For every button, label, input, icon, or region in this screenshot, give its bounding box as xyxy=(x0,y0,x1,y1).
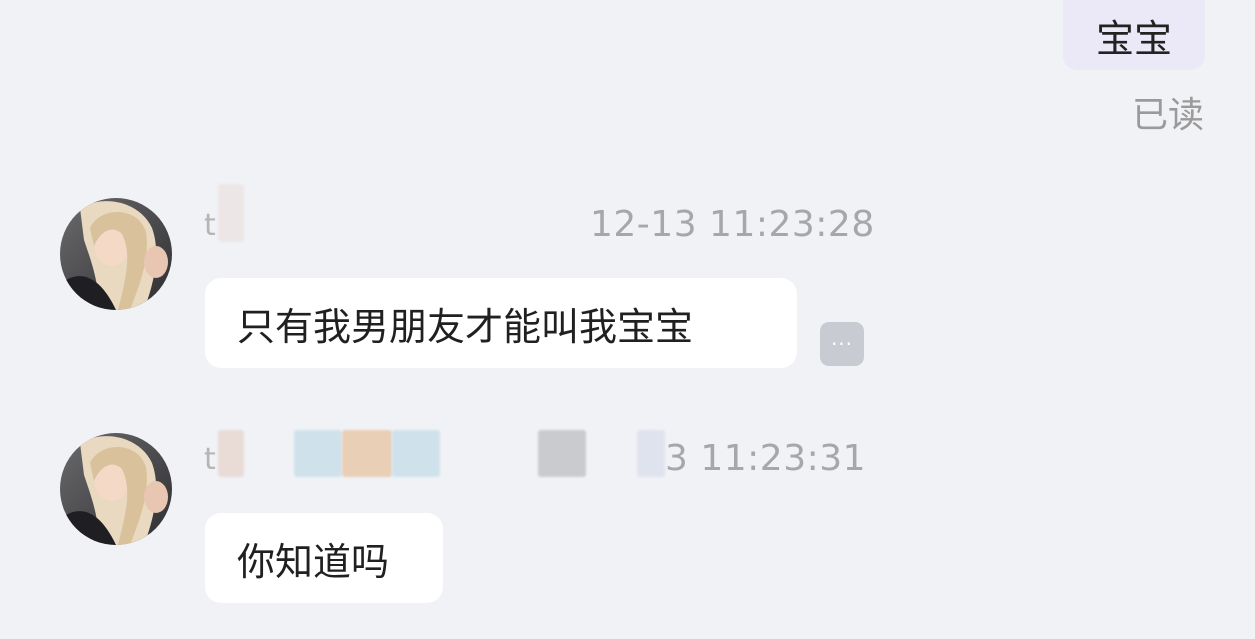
message-more-button[interactable]: ··· xyxy=(820,322,864,366)
outgoing-message-text: 宝宝 xyxy=(1095,16,1172,61)
redacted-block xyxy=(342,430,392,477)
redacted-block xyxy=(392,430,440,477)
incoming-message-text: 只有我男朋友才能叫我宝宝 xyxy=(237,304,694,349)
chat-panel: 宝宝 已读 t 12-13 11:23:28 只有我男朋友才能叫我宝宝 ··· xyxy=(0,0,1255,639)
avatar-image xyxy=(60,433,172,545)
redacted-block xyxy=(538,430,586,477)
avatar[interactable] xyxy=(60,198,172,310)
incoming-message-bubble[interactable]: 只有我男朋友才能叫我宝宝 xyxy=(205,278,797,368)
sender-name: t xyxy=(204,208,216,243)
redacted-block xyxy=(218,430,244,477)
ellipsis-icon: ··· xyxy=(830,332,854,356)
outgoing-message-bubble[interactable]: 宝宝 xyxy=(1063,0,1205,70)
message-timestamp: 12-13 11:23:28 xyxy=(590,204,875,245)
read-status: 已读 xyxy=(1132,95,1205,136)
sender-name: t xyxy=(204,442,216,477)
redacted-block xyxy=(294,430,342,477)
redacted-name-block xyxy=(218,184,244,242)
incoming-message-bubble[interactable]: 你知道吗 xyxy=(205,513,443,603)
avatar[interactable] xyxy=(60,433,172,545)
message-timestamp: 3 11:23:31 xyxy=(665,438,867,479)
redacted-block xyxy=(637,430,665,477)
avatar-image xyxy=(60,198,172,310)
incoming-message-text: 你知道吗 xyxy=(237,539,390,584)
